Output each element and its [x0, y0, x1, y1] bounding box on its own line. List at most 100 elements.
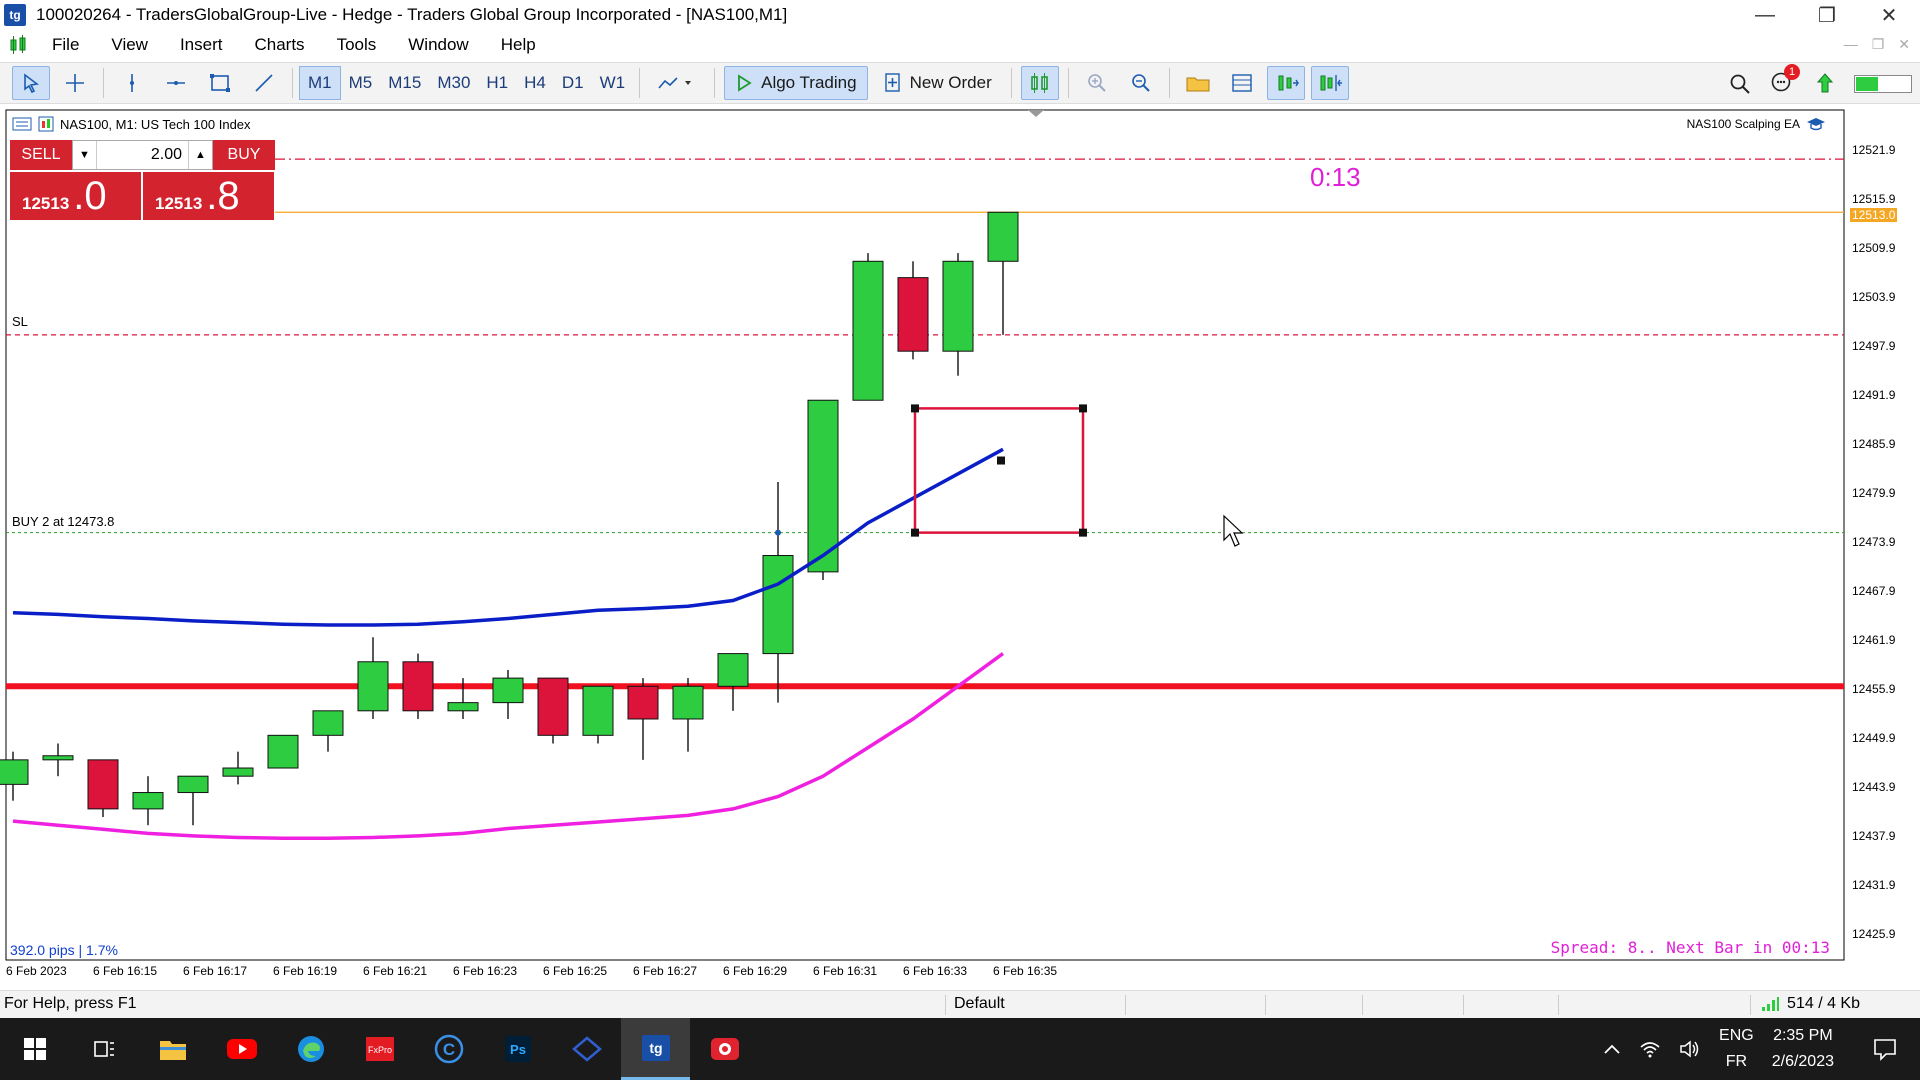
timeframe-m15-button[interactable]: M15	[380, 73, 429, 93]
menu-help[interactable]: Help	[485, 35, 552, 55]
timeframe-m5-button[interactable]: M5	[341, 73, 381, 93]
menu-tools[interactable]: Tools	[321, 35, 393, 55]
vertical-line-icon	[130, 74, 134, 92]
candlestick-chart-button[interactable]	[1020, 66, 1059, 100]
edge-taskbar-button[interactable]	[276, 1018, 345, 1080]
vertical-line-button[interactable]	[113, 66, 151, 100]
close-button[interactable]: ✕	[1858, 0, 1920, 30]
svg-text:Ps: Ps	[510, 1042, 526, 1057]
wifi-icon[interactable]	[1639, 1039, 1661, 1059]
file-explorer-taskbar-button[interactable]	[138, 1018, 207, 1080]
zoom-in-button[interactable]	[1078, 66, 1116, 100]
menu-view[interactable]: View	[95, 35, 164, 55]
menu-window[interactable]: Window	[392, 35, 484, 55]
mdi-restore-button[interactable]: ❐	[1872, 36, 1885, 53]
timeframe-h1-button[interactable]: H1	[478, 73, 516, 93]
mdi-minimize-button[interactable]: —	[1844, 36, 1858, 53]
chevron-up-icon[interactable]	[1603, 1042, 1621, 1056]
crosshair-tool-button[interactable]	[56, 66, 94, 100]
app-logo-icon: tg	[4, 4, 26, 26]
trendline-tool-button[interactable]	[245, 66, 283, 100]
camera-recorder-icon	[710, 1038, 739, 1060]
pdf-app-icon: FxPro	[365, 1037, 394, 1061]
zoom-out-button[interactable]	[1122, 66, 1160, 100]
indicators-dropdown-button[interactable]	[649, 66, 705, 100]
action-center-icon[interactable]	[1872, 1036, 1898, 1062]
start-button[interactable]	[0, 1018, 69, 1080]
photoshop-taskbar-button[interactable]: Ps	[483, 1018, 552, 1080]
ccleaner-taskbar-button[interactable]: C	[414, 1018, 483, 1080]
bull-candle	[447, 702, 479, 712]
expert-advisor-label[interactable]: NAS100 Scalping EA	[1687, 116, 1826, 132]
speaker-icon[interactable]	[1679, 1039, 1701, 1059]
menu-charts[interactable]: Charts	[238, 35, 320, 55]
rectangle-tool-button[interactable]	[201, 66, 239, 100]
mouse-cursor	[1223, 514, 1244, 547]
task-view-button[interactable]	[69, 1018, 138, 1080]
selection-handle	[1079, 528, 1087, 537]
price-axis[interactable]: 12521.9 12515.9 12509.9 12503.9 12497.9 12491…	[1848, 106, 1920, 966]
timeframe-w1-button[interactable]: W1	[592, 73, 634, 93]
horizontal-line-icon	[167, 81, 185, 85]
status-profile[interactable]: Default	[954, 995, 1005, 1013]
buy-button[interactable]: BUY	[213, 140, 275, 170]
status-bar: For Help, press F1 Default 514 / 4 Kb	[0, 990, 1920, 1018]
chart-frame	[5, 109, 1845, 961]
price-axis-label: 12467.9	[1852, 583, 1896, 598]
zoom-out-icon	[1131, 74, 1150, 92]
timeframe-m1-button[interactable]: M1	[299, 66, 341, 100]
price-axis-label: 12515.9	[1852, 191, 1896, 206]
clock[interactable]: 2:35 PM 2/6/2023	[1772, 1023, 1834, 1075]
language-indicator[interactable]: ENG FR	[1719, 1023, 1754, 1075]
menu-file[interactable]: File	[36, 35, 95, 55]
new-order-button[interactable]: New Order	[874, 66, 1002, 100]
time-axis-label: 6 Feb 16:35	[993, 964, 1058, 978]
lot-size-value[interactable]: 2.00	[97, 146, 188, 164]
timeframe-d1-button[interactable]: D1	[554, 73, 592, 93]
youtube-taskbar-button[interactable]	[207, 1018, 276, 1080]
signal-upgrade-icon[interactable]	[1814, 72, 1836, 96]
chart-shift-icon	[1320, 75, 1342, 91]
trading-platform-taskbar-button[interactable]: tg	[621, 1018, 690, 1080]
folder-icon	[159, 1041, 186, 1060]
lot-increase-button[interactable]: ▲	[188, 141, 212, 169]
svg-text:tg: tg	[649, 1040, 662, 1056]
bull-candle	[852, 260, 884, 401]
cursor-tool-button[interactable]	[12, 66, 50, 100]
search-icon[interactable]	[1728, 72, 1752, 96]
timeframe-h4-button[interactable]: H4	[516, 73, 554, 93]
buy-price-box[interactable]: 12513 .8	[143, 172, 274, 220]
bull-candle	[582, 685, 614, 736]
menu-bar: File View Insert Charts Tools Window Hel…	[0, 30, 1920, 60]
chart-window[interactable]: NAS100, M1: US Tech 100 Index NAS100 Sca…	[0, 106, 1920, 990]
screen-recorder-taskbar-button[interactable]	[690, 1018, 759, 1080]
properties-button[interactable]	[1223, 66, 1261, 100]
timeframe-m30-button[interactable]: M30	[429, 73, 478, 93]
autoscroll-button[interactable]	[1266, 66, 1305, 100]
photoshop-icon: Ps	[504, 1036, 531, 1062]
templates-button[interactable]	[1179, 66, 1217, 100]
lot-decrease-button[interactable]: ▼	[73, 141, 97, 169]
menu-insert[interactable]: Insert	[164, 35, 239, 55]
ruler-info: 392.0 pips | 1.7%	[10, 942, 118, 958]
mdi-close-button[interactable]: ✕	[1898, 36, 1910, 53]
chart-shift-button[interactable]	[1310, 66, 1349, 100]
restore-button[interactable]: ❐	[1796, 0, 1858, 30]
price-chart[interactable]	[0, 106, 1920, 990]
lot-size-field[interactable]: ▼ 2.00 ▲	[72, 140, 213, 170]
algo-trading-button[interactable]: Algo Trading	[724, 66, 868, 100]
connection-status[interactable]: 514 / 4 Kb	[1761, 995, 1860, 1013]
new-order-label: New Order	[909, 73, 992, 92]
time-axis[interactable]: 6 Feb 2023 6 Feb 16:15 6 Feb 16:17 6 Feb 16…	[0, 964, 1848, 986]
minimize-button[interactable]: —	[1734, 0, 1796, 30]
clock-date: 2/6/2023	[1771, 1053, 1834, 1070]
horizontal-line-button[interactable]	[157, 66, 195, 100]
bull-candle	[267, 734, 299, 769]
sell-button[interactable]: SELL	[10, 140, 72, 170]
foxit-taskbar-button[interactable]: FxPro	[345, 1018, 414, 1080]
vpn-taskbar-button[interactable]	[552, 1018, 621, 1080]
time-axis-label: 6 Feb 16:29	[723, 964, 788, 978]
notifications-button[interactable]: 1	[1770, 63, 1800, 99]
sell-price-box[interactable]: 12513 .0	[10, 172, 141, 220]
one-click-trading-panel: SELL ▼ 2.00 ▲ BUY 12513 .0 12513 .8	[10, 140, 275, 220]
